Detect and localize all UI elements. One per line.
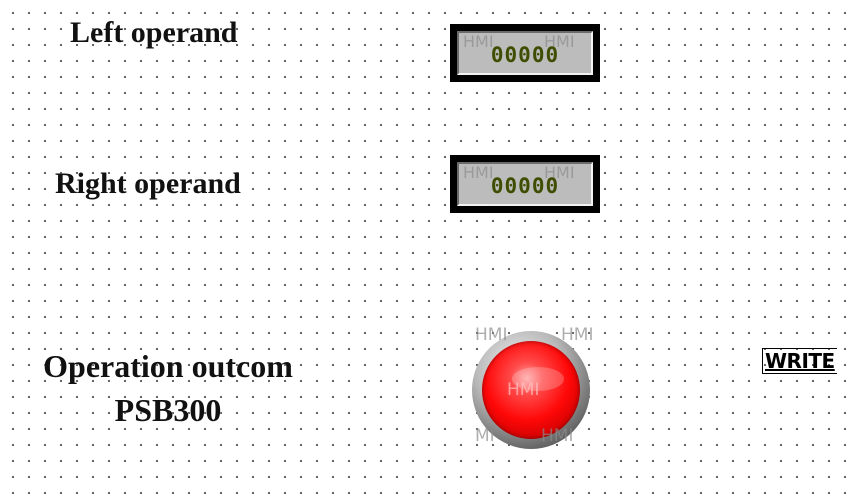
left-operand-display-face: HMI HMI 00000: [457, 31, 593, 75]
operation-outcome-address: PSB300: [114, 392, 222, 428]
right-operand-value: 00000: [490, 174, 560, 198]
left-operand-value: 00000: [490, 43, 560, 67]
operation-outcome-title: Operation outcom: [43, 348, 293, 384]
right-operand-label: Right operand: [55, 167, 241, 200]
right-operand-numeric-display[interactable]: HMI HMI 00000: [450, 155, 600, 213]
operation-outcome-label: Operation outcom PSB300: [14, 344, 322, 432]
write-button[interactable]: WRITE: [762, 348, 837, 374]
right-operand-display-face: HMI HMI 00000: [457, 162, 593, 206]
left-operand-numeric-display[interactable]: HMI HMI 00000: [450, 24, 600, 82]
left-operand-label: Left operand: [70, 16, 238, 49]
lamp-bulb: [482, 341, 580, 439]
operation-outcome-indicator-lamp[interactable]: HMI HMI HMI MI HMI: [469, 322, 595, 449]
lamp-highlight: [512, 367, 564, 391]
